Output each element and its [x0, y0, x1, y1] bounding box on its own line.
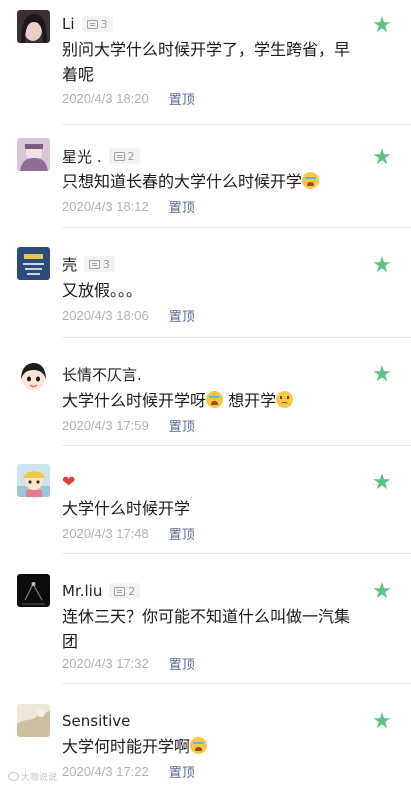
comment-text: 只想知道长春的大学什么时候开学 — [62, 169, 362, 194]
reply-count-badge[interactable]: 3 — [84, 256, 116, 272]
comment-item: 壳 3 又放假。。。 2020/4/3 18:06 置顶 ★ — [0, 228, 411, 338]
name-row: Sensitive — [62, 710, 130, 732]
pin-to-top-link[interactable]: 置顶 — [169, 306, 195, 325]
watermark-text: 大咖说说 — [21, 773, 58, 783]
comment-text: 大学什么时候开学 — [62, 499, 191, 518]
avatar[interactable] — [17, 704, 50, 737]
username[interactable]: 长情不仄言. — [62, 364, 142, 385]
timestamp: 2020/4/3 18:06 — [62, 308, 149, 323]
timestamp: 2020/4/3 17:22 — [62, 764, 149, 779]
comment-meta: 2020/4/3 18:20 置顶 — [62, 89, 195, 108]
watermark: 大咖说说 — [8, 770, 57, 783]
comment-item: Li 3 别问大学什么时候开学了，学生跨省，早着呢 2020/4/3 18:20… — [0, 0, 411, 125]
red-heart-icon[interactable]: ❤ — [62, 474, 75, 490]
reply-count: 2 — [128, 584, 136, 598]
username[interactable]: Li — [62, 15, 75, 33]
comment-text-body: 想开学 — [223, 391, 277, 410]
name-row: ❤ — [62, 471, 75, 493]
crying-emoji-icon — [190, 737, 208, 754]
star-icon[interactable]: ★ — [371, 364, 393, 386]
comment-meta: 2020/4/3 18:06 置顶 — [62, 306, 195, 325]
pin-to-top-link[interactable]: 置顶 — [169, 524, 195, 543]
avatar[interactable] — [17, 138, 50, 171]
name-row: 长情不仄言. — [62, 363, 142, 385]
timestamp: 2020/4/3 17:48 — [62, 526, 149, 541]
avatar[interactable] — [17, 360, 50, 393]
reply-count-badge[interactable]: 2 — [108, 148, 140, 164]
reply-count-badge[interactable]: 2 — [109, 583, 141, 599]
comment-text: 连休三天？你可能不知道什么叫做一汽集团 — [62, 607, 351, 651]
comment-text: 别问大学什么时候开学了，学生跨省，早着呢 — [62, 40, 351, 84]
username[interactable]: Sensitive — [62, 712, 130, 730]
comment-icon — [86, 19, 98, 29]
comment-meta: 2020/4/3 17:48 置顶 — [62, 524, 195, 543]
username[interactable]: 星光 . — [62, 146, 102, 167]
crying-emoji-icon — [302, 172, 320, 189]
reply-count-badge[interactable]: 3 — [81, 16, 113, 32]
pin-to-top-link[interactable]: 置顶 — [169, 654, 195, 673]
avatar[interactable] — [17, 574, 50, 607]
comment-icon — [114, 586, 126, 596]
name-row: 星光 . 2 — [62, 145, 140, 167]
comment-item: 长情不仄言. 大学什么时候开学呀 想开学 2020/4/3 17:59 置顶 ★ — [0, 338, 411, 446]
comment-icon — [113, 151, 125, 161]
sad-emoji-icon — [276, 391, 294, 408]
avatar[interactable] — [17, 247, 50, 280]
name-row: 壳 3 — [62, 253, 116, 275]
comment-text: 大学何时能开学啊 — [62, 734, 362, 759]
name-row: Li 3 — [62, 13, 113, 35]
comment-list: Li 3 别问大学什么时候开学了，学生跨省，早着呢 2020/4/3 18:20… — [0, 0, 411, 789]
comment-item: Mr.liu 2 连休三天？你可能不知道什么叫做一汽集团 2020/4/3 17… — [0, 554, 411, 684]
username[interactable]: Mr.liu — [62, 582, 102, 600]
weibo-icon — [8, 772, 19, 781]
comment-meta: 2020/4/3 18:12 置顶 — [62, 197, 195, 216]
reply-count: 3 — [103, 257, 111, 271]
pin-to-top-link[interactable]: 置顶 — [169, 416, 195, 435]
star-icon[interactable]: ★ — [371, 581, 393, 603]
star-icon[interactable]: ★ — [371, 472, 393, 494]
crying-emoji-icon — [206, 391, 224, 408]
star-icon[interactable]: ★ — [371, 15, 393, 37]
comment-icon — [89, 259, 101, 269]
comment-item: 星光 . 2 只想知道长春的大学什么时候开学 2020/4/3 18:12 置顶… — [0, 125, 411, 228]
comment-text-body: 大学何时能开学啊 — [62, 737, 191, 756]
reply-count: 2 — [127, 149, 135, 163]
comment-text: 又放假。。。 — [62, 281, 143, 300]
comment-meta: 2020/4/3 17:59 置顶 — [62, 416, 195, 435]
avatar[interactable] — [17, 464, 50, 497]
star-icon[interactable]: ★ — [371, 255, 393, 277]
pin-to-top-link[interactable]: 置顶 — [169, 762, 195, 781]
comment-meta: 2020/4/3 17:22 置顶 — [62, 762, 195, 781]
timestamp: 2020/4/3 17:32 — [62, 656, 149, 671]
reply-count: 3 — [100, 17, 108, 31]
comment-meta: 2020/4/3 17:32 置顶 — [62, 654, 195, 673]
name-row: Mr.liu 2 — [62, 580, 141, 602]
comment-item: ❤ 大学什么时候开学 2020/4/3 17:48 置顶 ★ — [0, 446, 411, 554]
star-icon[interactable]: ★ — [371, 147, 393, 169]
comment-text-body: 大学什么时候开学呀 — [62, 391, 207, 410]
comment-text-body: 只想知道长春的大学什么时候开学 — [62, 172, 303, 191]
comment-text: 大学什么时候开学呀 想开学 — [62, 388, 362, 413]
username[interactable]: 壳 — [62, 254, 77, 275]
timestamp: 2020/4/3 18:12 — [62, 199, 149, 214]
star-icon[interactable]: ★ — [371, 711, 393, 733]
comment-item: Sensitive 大学何时能开学啊 2020/4/3 17:22 置顶 ★ — [0, 684, 411, 789]
timestamp: 2020/4/3 18:20 — [62, 91, 149, 106]
pin-to-top-link[interactable]: 置顶 — [169, 197, 195, 216]
pin-to-top-link[interactable]: 置顶 — [169, 89, 195, 108]
avatar[interactable] — [17, 10, 50, 43]
timestamp: 2020/4/3 17:59 — [62, 418, 149, 433]
